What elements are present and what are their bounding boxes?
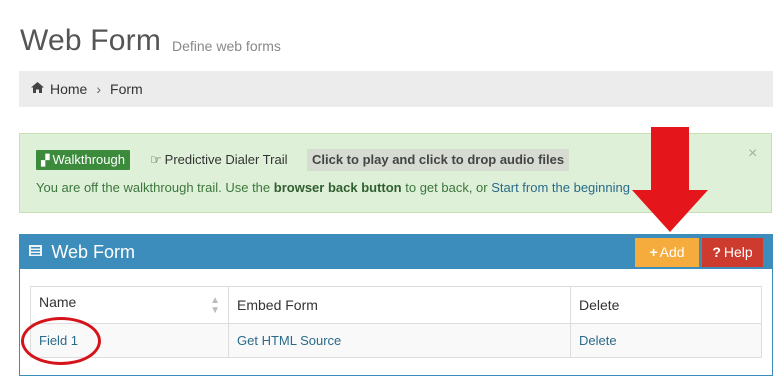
page-title: Web Form <box>20 24 162 57</box>
column-header-delete: Delete <box>570 286 762 324</box>
delete-link[interactable]: Delete <box>570 323 762 358</box>
question-icon: ? <box>712 244 721 260</box>
table-row: Field 1 Get HTML Source Delete <box>30 323 762 358</box>
get-html-source-link[interactable]: Get HTML Source <box>228 323 571 358</box>
list-icon <box>29 245 45 259</box>
help-button[interactable]: ? Help <box>702 238 763 267</box>
walkthrough-badge[interactable]: ▞ Walkthrough <box>36 150 130 170</box>
breadcrumb-current: Form <box>110 81 143 97</box>
sort-icon: ▲ ▼ <box>210 295 220 316</box>
walkthrough-label: Walkthrough <box>52 152 125 167</box>
alert-message-bold: browser back button <box>273 180 402 195</box>
page-subtitle: Define web forms <box>172 38 281 54</box>
table-header-row: Name ▲ ▼ Embed Form Delete <box>30 286 762 324</box>
annotation-circle <box>21 317 101 365</box>
start-from-beginning-link[interactable]: Start from the beginning <box>491 180 630 195</box>
add-button[interactable]: + Add <box>635 238 699 267</box>
trail-label: Predictive Dialer Trail <box>164 152 288 167</box>
column-header-embed: Embed Form <box>228 286 571 324</box>
help-button-label: Help <box>723 244 753 260</box>
web-form-table: Name ▲ ▼ Embed Form Delete Field 1 Get HT… <box>30 286 762 358</box>
column-header-name-label: Name <box>39 294 77 310</box>
hand-pointer-icon: ☞ <box>150 152 162 167</box>
annotation-arrow-shaft <box>651 127 689 192</box>
add-button-label: Add <box>659 244 685 260</box>
chevron-right-icon: › <box>96 81 102 97</box>
alert-message: You are off the walkthrough trail. Use t… <box>36 180 630 195</box>
web-form-panel: Web Form + Add ? Help Name ▲ ▼ Embed Form D… <box>19 234 773 376</box>
audio-drop-hint[interactable]: Click to play and click to drop audio fi… <box>307 149 570 171</box>
breadcrumb-home-link[interactable]: Home <box>50 81 87 97</box>
alert-message-middle: to get back, or <box>401 180 492 195</box>
panel-title: Web Form <box>29 242 135 263</box>
road-icon: ▞ <box>41 155 50 167</box>
panel-header: Web Form + Add ? Help <box>20 235 772 269</box>
home-icon <box>31 82 44 96</box>
annotation-arrow-head <box>632 190 708 232</box>
panel-title-text: Web Form <box>51 242 136 262</box>
alert-message-prefix: You are off the walkthrough trail. Use t… <box>36 180 274 195</box>
close-icon[interactable]: × <box>748 145 757 163</box>
plus-icon: + <box>649 244 658 260</box>
trail-link[interactable]: ☞ Predictive Dialer Trail <box>150 150 287 170</box>
breadcrumb: Home › Form <box>19 71 773 107</box>
